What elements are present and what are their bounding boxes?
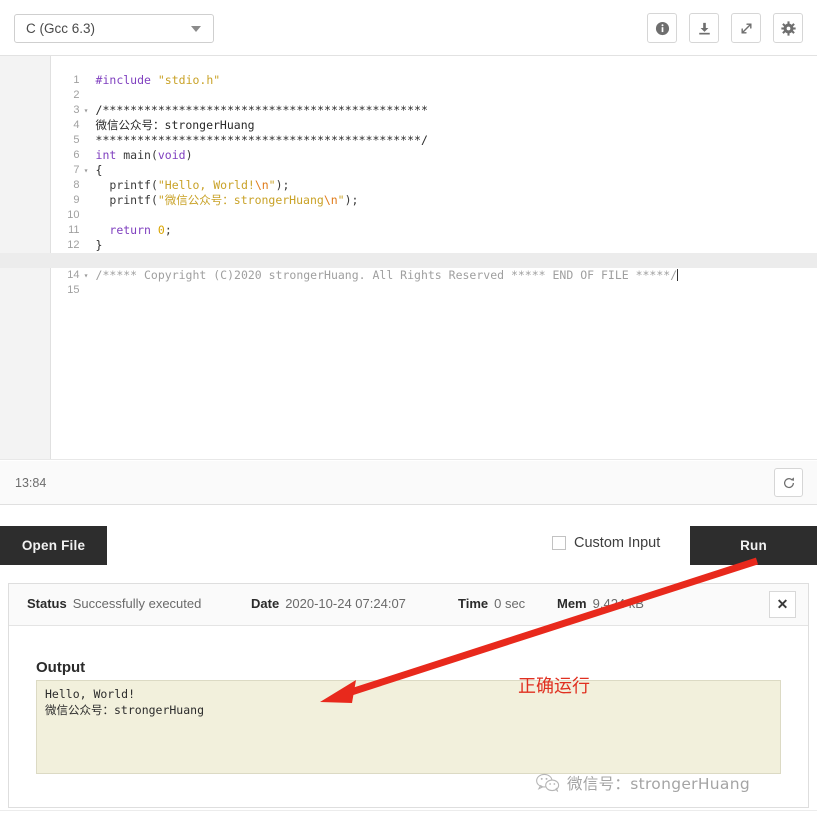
refresh-button[interactable] [774,468,803,497]
settings-button[interactable] [773,13,803,43]
code-line: 7 ▾{ [0,148,817,177]
watermark: 微信号：strongerHuang [536,772,750,794]
editor-toolbar: C (Gcc 6.3) [0,0,817,56]
code-line: 6 int main(void) [0,133,817,162]
code-line: 5 ***************************************… [0,118,817,147]
language-select-value: C (Gcc 6.3) [26,21,96,36]
code-line: 2 [0,73,817,101]
time-value: 0 sec [494,596,526,611]
page-bottom-edge [0,810,817,823]
output-title: Output [36,659,86,676]
code-line: 11 return 0; [0,208,817,237]
wechat-icon [536,773,560,792]
custom-input-checkbox[interactable] [552,536,566,550]
code-editor[interactable]: 1 #include "stdio.h" 2 3 ▾/***************… [0,56,817,460]
mem-meta: Mem 9.424 kB [557,596,644,611]
code-line: 9 printf("微信公众号：strongerHuang\n"); [0,178,817,207]
info-button[interactable] [647,13,677,43]
action-row: Open File Custom Input Run [0,521,817,569]
code-line: 15 [0,268,817,296]
output-textarea[interactable]: Hello, World! 微信公众号：strongerHuang [36,680,781,774]
toolbar-icon-group [647,13,803,43]
status-value: Successfully executed [72,596,202,611]
cursor-position: 13:84 [15,476,47,490]
refresh-icon [783,476,794,488]
custom-input-toggle[interactable]: Custom Input [552,535,660,551]
date-label: Date [251,596,280,611]
close-result-button[interactable]: ✕ [769,591,796,618]
info-icon [655,21,669,35]
date-value: 2020-10-24 07:24:07 [285,596,406,611]
code-line-active: 14 ▾/***** Copyright (C)2020 strongerHuan… [0,253,817,282]
result-header: Status Successfully executed Date 2020-10-… [9,584,808,626]
fullscreen-button[interactable] [731,13,761,43]
code-line: 3 ▾/*************************************… [0,88,817,117]
code-line: 13 [0,238,817,266]
time-label: Time [458,596,489,611]
custom-input-label: Custom Input [574,535,661,551]
mem-value: 9.424 kB [592,596,644,611]
code-line: 1 #include "stdio.h" [0,58,817,87]
code-line: 8 printf("Hello, World!\n"); [0,163,817,192]
gear-icon [780,20,796,36]
mem-label: Mem [557,596,587,611]
watermark-text: 微信号：strongerHuang [567,775,750,793]
date-meta: Date 2020-10-24 07:24:07 [251,596,406,611]
download-icon [698,22,710,34]
run-button[interactable]: Run [690,526,817,565]
language-select[interactable]: C (Gcc 6.3) [14,14,214,43]
open-file-button[interactable]: Open File [0,526,107,565]
code-line: 4 微信公众号：strongerHuang [0,103,817,132]
code-line: 10 [0,193,817,221]
line-number: 15 [67,284,80,296]
chevron-down-icon [191,25,201,32]
code-line: 12} [0,223,817,252]
editor-status-bar: 13:84 [0,461,817,505]
status-label: Status [27,596,67,611]
status-meta: Status Successfully executed [27,596,201,611]
code-content[interactable]: 1 #include "stdio.h" 2 3 ▾/***************… [0,58,817,296]
fullscreen-icon [740,22,752,34]
time-meta: Time 0 sec [458,596,525,611]
download-button[interactable] [689,13,719,43]
